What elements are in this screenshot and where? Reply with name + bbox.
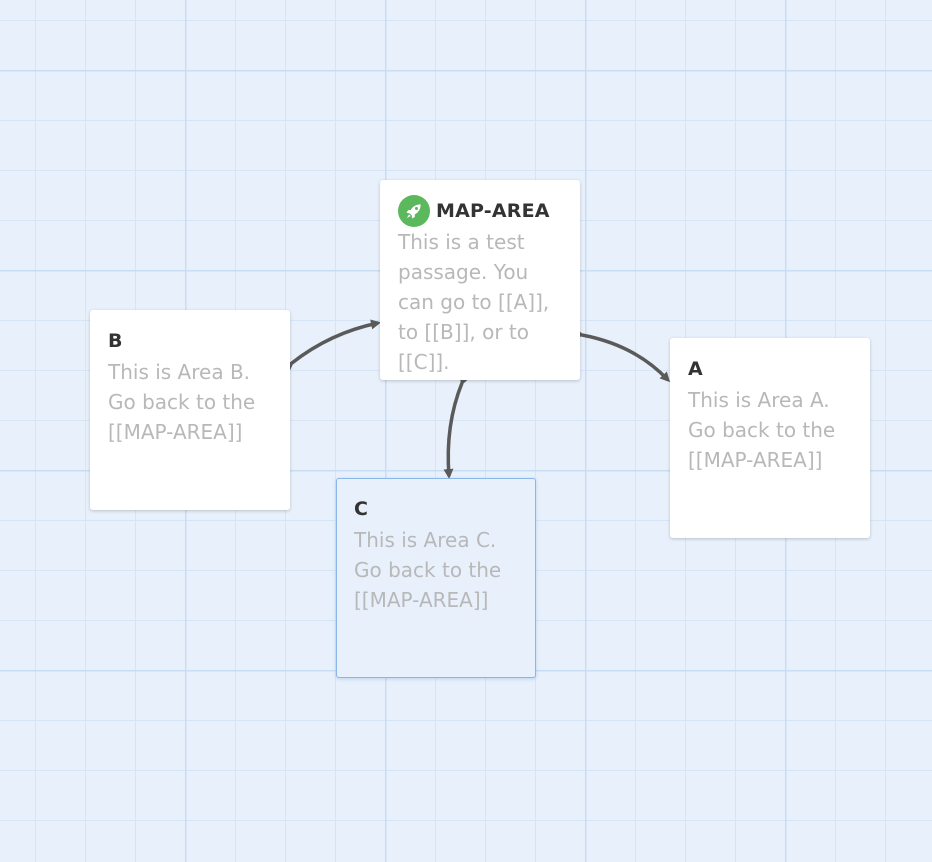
passage-card-a[interactable]: A This is Area A. Go back to the [[MAP-A…: [670, 338, 870, 538]
passage-title: C: [354, 498, 369, 520]
passage-title-row: C: [354, 496, 518, 522]
passage-card-map-area[interactable]: MAP-AREA This is a test passage. You can…: [380, 180, 580, 380]
passage-excerpt: This is Area C. Go back to the [[MAP-ARE…: [354, 528, 502, 612]
passage-title: B: [108, 330, 123, 352]
rocket-icon: [398, 195, 430, 227]
passage-title-row: A: [688, 356, 852, 382]
passage-title: A: [688, 358, 703, 380]
link-map-area-c: [443, 374, 470, 479]
passage-card-c[interactable]: C This is Area C. Go back to the [[MAP-A…: [336, 478, 536, 678]
link-map-area-a: [574, 328, 671, 383]
passage-card-b[interactable]: B This is Area B. Go back to the [[MAP-A…: [90, 310, 290, 510]
passage-excerpt: This is a test passage. You can go to [[…: [398, 230, 550, 374]
passage-excerpt: This is Area B. Go back to the [[MAP-ARE…: [108, 360, 256, 444]
passage-excerpt: This is Area A. Go back to the [[MAP-ARE…: [688, 388, 836, 472]
passage-title: MAP-AREA: [436, 200, 550, 222]
passage-title-row: B: [108, 328, 272, 354]
passage-title-row: MAP-AREA: [398, 195, 562, 227]
story-map-canvas[interactable]: MAP-AREA This is a test passage. You can…: [0, 0, 932, 862]
link-map-area-b: [283, 319, 381, 372]
